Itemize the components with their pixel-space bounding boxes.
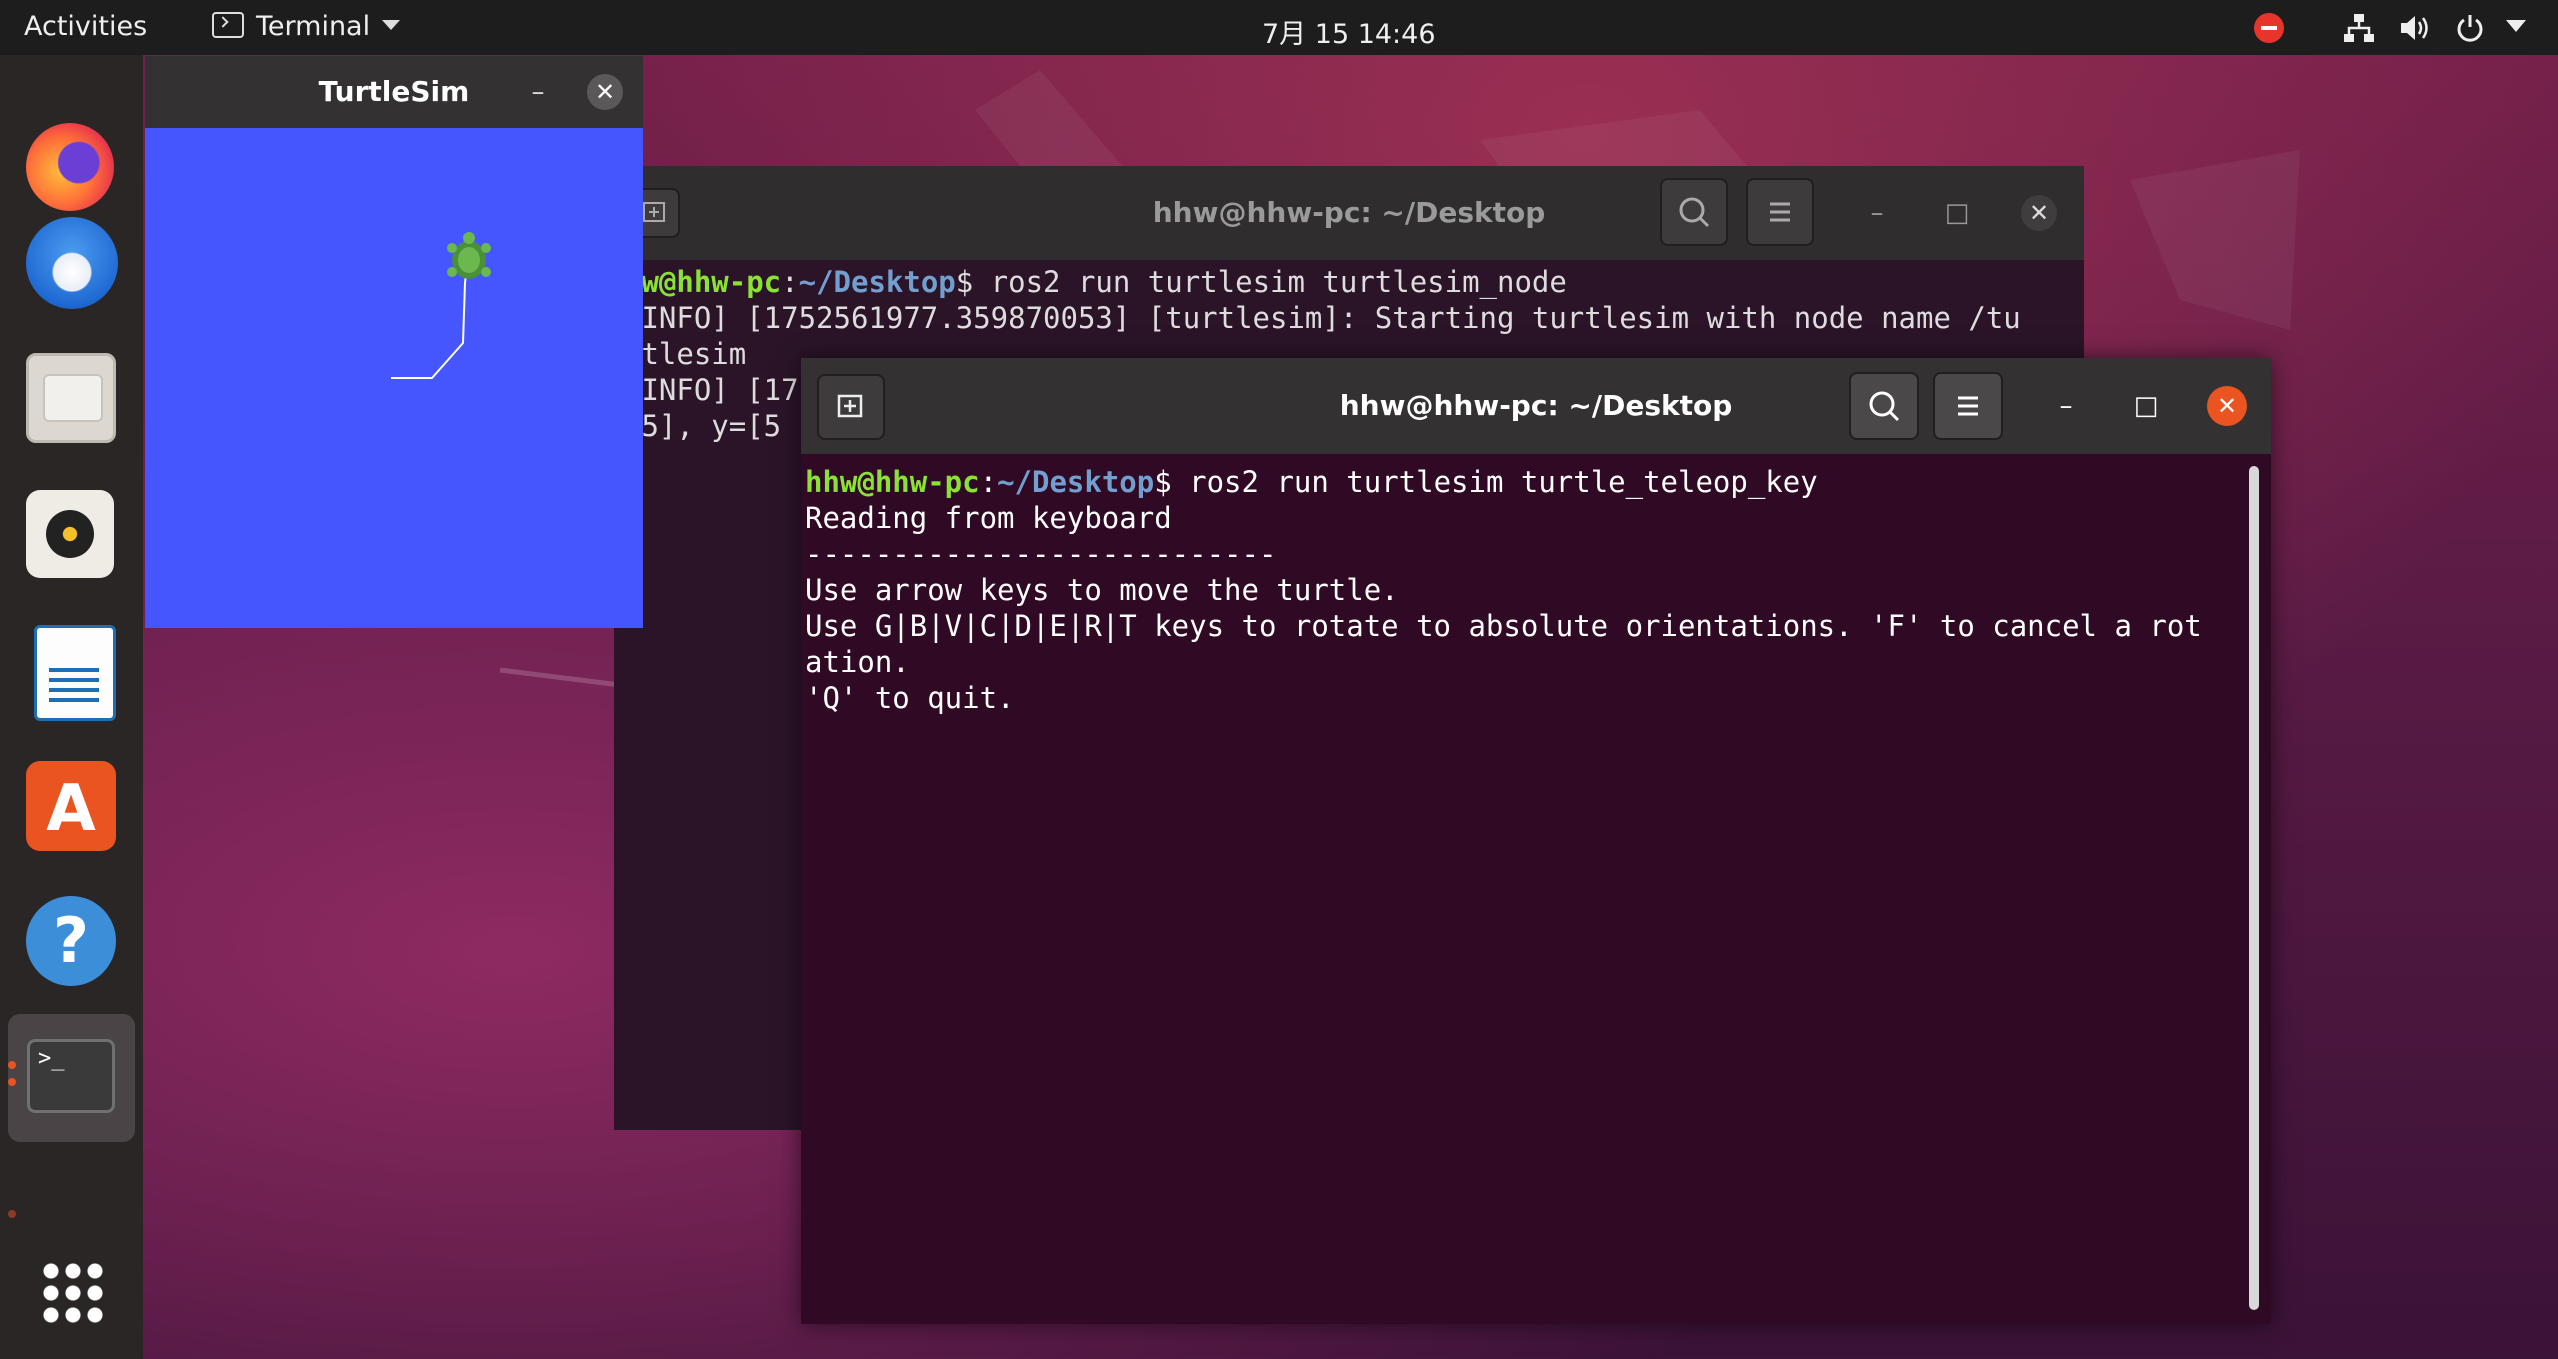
firefox-icon[interactable] [26,123,114,211]
output-line: [INFO] [1752561977.359870053] [turtlesim… [624,301,2021,335]
menu-button[interactable] [1746,178,1814,246]
output-line: Use G|B|V|C|D|E|R|T keys to rotate to ab… [805,609,2202,643]
maximize-button[interactable]: □ [2123,383,2169,429]
prompt-user: hw@hhw-pc [624,265,782,299]
thunderbird-icon[interactable] [26,217,118,309]
output-line: [INFO] [17 [624,373,799,407]
window-title: hhw@hhw-pc: ~/Desktop [1152,196,1546,229]
terminal-icon [212,12,244,38]
window-title: TurtleSim [318,75,470,108]
activities-button[interactable]: Activities [24,11,147,42]
dock: A ? >_ [0,55,143,1359]
chevron-down-icon [382,20,401,30]
output-line: Use arrow keys to move the turtle. [805,573,1399,607]
search-button[interactable] [1849,372,1919,440]
turtle-icon [447,232,491,279]
help-icon[interactable]: ? [26,896,116,986]
scrollbar[interactable] [2249,466,2259,1310]
window-title: hhw@hhw-pc: ~/Desktop [1339,389,1733,422]
output-line: --------------------------- [805,537,1277,571]
show-applications-icon[interactable] [40,1260,104,1324]
turtlesim-window[interactable]: TurtleSim – ✕ [145,56,643,628]
new-tab-button[interactable] [817,374,885,440]
output-line: ation. [805,645,910,679]
turtlesim-canvas[interactable] [145,128,643,628]
app-menu-label: Terminal [256,11,371,42]
new-tab-icon [837,394,863,418]
minimize-button[interactable]: – [1854,190,1900,236]
running-indicator [8,1210,16,1218]
do-not-disturb-icon[interactable] [2254,13,2284,43]
network-icon[interactable] [2342,12,2376,44]
files-icon[interactable] [26,353,116,443]
output-line: Reading from keyboard [805,501,1172,535]
terminal-front-output[interactable]: hhw@hhw-pc:~/Desktop$ ros2 run turtlesim… [801,454,2271,1324]
clock[interactable]: 7月 15 14:46 [1262,12,1436,51]
close-button[interactable]: ✕ [2021,195,2057,231]
libreoffice-writer-icon[interactable] [34,625,116,721]
terminal-front-text: hhw@hhw-pc:~/Desktop$ ros2 run turtlesim… [805,464,2202,716]
command-text: ros2 run turtlesim turtlesim_node [990,265,1567,299]
close-button[interactable]: ✕ [587,74,623,110]
prompt-sep: : [781,265,799,299]
turtle-trail [391,265,468,379]
prompt-path: ~/Desktop [997,465,1155,499]
rhythmbox-icon[interactable] [26,490,114,578]
terminal-icon[interactable]: >_ [27,1039,115,1113]
app-menu-terminal[interactable]: Terminal [212,11,401,42]
command-text: ros2 run turtlesim turtle_teleop_key [1189,465,1818,499]
top-bar: Activities Terminal 7月 15 14:46 [0,0,2558,55]
prompt-user: hhw@hhw-pc [805,465,980,499]
hamburger-menu-icon [1770,202,1790,222]
prompt-sep: : [979,465,998,499]
hamburger-menu-icon [1958,396,1978,416]
volume-icon[interactable] [2398,12,2432,44]
ubuntu-software-icon[interactable]: A [26,761,116,851]
prompt-end: $ [1154,465,1190,499]
prompt-path: ~/Desktop [798,265,956,299]
turtlesim-titlebar[interactable]: TurtleSim [145,56,643,128]
search-icon [1869,391,1900,422]
output-line: 'Q' to quit. [805,681,1015,715]
power-icon[interactable] [2454,12,2486,44]
prompt-end: $ [955,265,991,299]
output-line: 45], y=[5 [624,409,782,443]
running-indicator [8,1061,16,1069]
search-icon [1679,197,1710,228]
minimize-button[interactable]: – [2043,383,2089,429]
terminal-window-front[interactable]: hhw@hhw-pc: ~/Desktop – □ ✕ hhw@hhw-pc:~… [801,358,2271,1324]
search-button[interactable] [1660,178,1728,246]
running-indicator [8,1078,16,1086]
close-button[interactable]: ✕ [2207,386,2247,426]
maximize-button[interactable]: □ [1934,190,1980,236]
minimize-button[interactable]: – [515,69,561,115]
menu-button[interactable] [1933,372,2003,440]
turtlesim-drawing [391,232,491,379]
system-menu-chevron-down-icon[interactable] [2506,20,2526,34]
